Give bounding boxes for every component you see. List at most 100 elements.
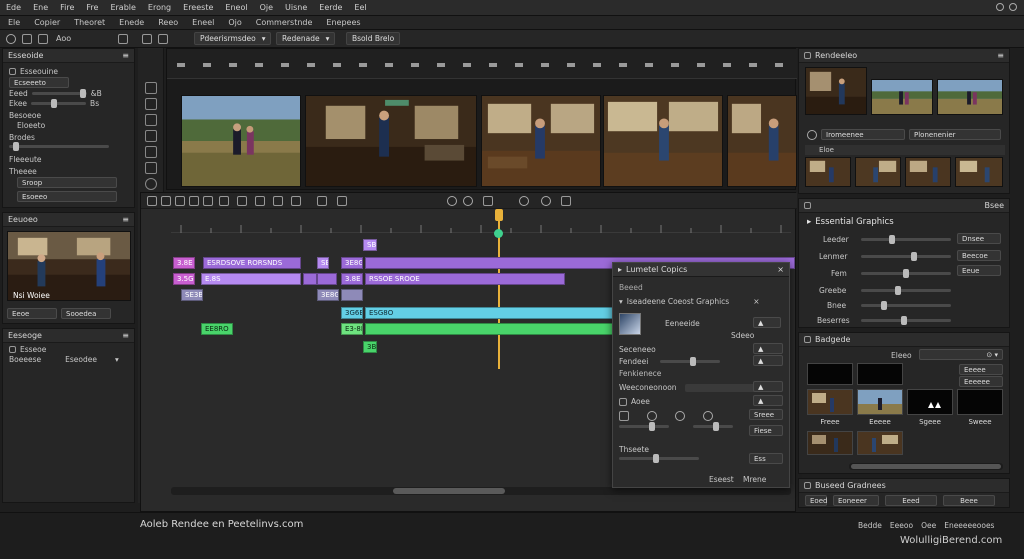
marker-icon[interactable] (175, 196, 185, 206)
value-field[interactable]: ▲ (753, 395, 783, 406)
history-item[interactable]: Eseodee (65, 355, 97, 364)
select-tool-icon[interactable] (145, 82, 157, 94)
tool-icon[interactable] (703, 411, 713, 421)
workspace-tab[interactable]: Eneel (192, 18, 214, 27)
zoom-out-icon[interactable] (463, 196, 473, 206)
graphics-dropdown-2[interactable]: Eeeeee (959, 376, 1003, 387)
razor-icon[interactable] (145, 130, 157, 142)
value-field[interactable]: ▲ (753, 343, 783, 354)
project-thumbnail[interactable] (937, 79, 1003, 115)
panel-icon[interactable] (38, 34, 48, 44)
frame-thumbnail[interactable] (305, 95, 477, 187)
playhead-handle[interactable] (495, 209, 503, 221)
timeline-clip[interactable]: SB (317, 257, 329, 269)
export-icon[interactable] (561, 196, 571, 206)
frame-thumbnail[interactable] (481, 95, 601, 187)
layout-icon[interactable] (118, 34, 128, 44)
history-item[interactable]: Esseoe (20, 345, 46, 354)
status-item[interactable]: Eeeoo (890, 521, 913, 530)
apply-button[interactable]: Eseest (709, 475, 734, 484)
param-slider[interactable] (861, 252, 951, 261)
graphics-dropdown[interactable]: ⊙ ▾ (919, 349, 1003, 360)
timeline-clip[interactable] (365, 323, 615, 335)
param-dropdown[interactable]: Beecoe (957, 250, 1001, 261)
project-thumbnail[interactable] (805, 67, 867, 115)
bin-thumbnail[interactable] (955, 157, 1003, 187)
effect-field[interactable]: Ecseeeto (9, 77, 69, 88)
browse-button[interactable]: Eoneeer (833, 495, 879, 506)
menu-item[interactable]: Ereeste (183, 3, 213, 12)
source-button[interactable]: Eeoe (7, 308, 57, 319)
graphics-button[interactable]: Eeeee (959, 364, 1003, 375)
param-slider[interactable] (861, 301, 951, 310)
timeline-clip[interactable] (317, 273, 337, 285)
record-icon[interactable] (519, 196, 529, 206)
checkbox[interactable] (619, 397, 627, 406)
graphic-template[interactable] (807, 431, 853, 455)
workspace-tab[interactable]: Reeo (158, 18, 178, 27)
value-field[interactable]: ▲ (753, 381, 783, 392)
color-swatch[interactable] (619, 313, 641, 335)
graphics-scrollbar[interactable] (849, 463, 1003, 470)
wave-icon[interactable] (337, 196, 347, 206)
graphic-template[interactable] (907, 389, 953, 415)
menu-item[interactable]: Ede (6, 3, 21, 12)
clip-icon[interactable] (158, 34, 168, 44)
scale-slider[interactable] (31, 99, 87, 108)
workspace-tab[interactable]: Ojo (228, 18, 241, 27)
audio-icon[interactable] (317, 196, 327, 206)
render-dropdown[interactable]: Redenade ▾ (276, 32, 336, 45)
frame-thumbnail[interactable] (727, 95, 797, 187)
graphic-template[interactable] (857, 363, 903, 385)
menu-item[interactable]: Eneol (225, 3, 247, 12)
range-bar[interactable] (684, 383, 759, 392)
workspace-tab[interactable]: Enepees (326, 18, 360, 27)
workspace-tab[interactable]: Commerstnde (256, 18, 313, 27)
track-select-icon[interactable] (145, 98, 157, 110)
param-slider[interactable] (861, 235, 951, 244)
crop-icon[interactable] (291, 196, 301, 206)
graphic-template[interactable] (807, 389, 853, 415)
refresh-icon[interactable] (807, 129, 817, 140)
grid-icon[interactable] (22, 34, 32, 44)
browse-button[interactable]: Eeed (885, 495, 937, 506)
slip-icon[interactable] (145, 146, 157, 158)
status-item[interactable]: Eneeeeeooes (944, 521, 994, 530)
menu-item[interactable]: Oje (260, 3, 273, 12)
graphic-template[interactable] (857, 431, 903, 455)
menu-item[interactable]: Eerde (319, 3, 342, 12)
value-field[interactable]: Sreee (749, 409, 783, 420)
tool-icon[interactable] (675, 411, 685, 421)
param-slider[interactable] (619, 454, 699, 463)
close-icon[interactable] (1009, 3, 1017, 11)
sort-dropdown[interactable]: Iromeenee (821, 129, 905, 140)
timeline-clip[interactable]: 3.5G (173, 273, 195, 285)
timeline-clip[interactable] (303, 273, 317, 285)
value-field[interactable]: Ess (749, 453, 783, 464)
loop-icon[interactable] (541, 196, 551, 206)
browse-button[interactable]: Eoed (805, 495, 827, 506)
menu-item[interactable]: Fire (60, 3, 74, 12)
tool-icon[interactable] (619, 411, 629, 421)
bin-thumbnail[interactable] (855, 157, 901, 187)
param-slider[interactable] (861, 316, 951, 325)
intensity-slider[interactable] (660, 357, 721, 366)
fit-icon[interactable] (483, 196, 493, 206)
hand-icon[interactable] (145, 178, 157, 190)
snap-icon[interactable] (147, 196, 157, 206)
pen-icon[interactable] (219, 196, 229, 206)
group-dropdown[interactable]: Esoeeo (17, 191, 117, 202)
minimize-icon[interactable] (996, 3, 1004, 11)
param-dropdown[interactable]: Dnsee (957, 233, 1001, 244)
timeline-clip[interactable]: ESG8O (365, 307, 615, 319)
timeline-clip[interactable]: 3.8E (173, 257, 195, 269)
timeline-clip[interactable]: E3-8RO (341, 323, 363, 335)
frame-thumbnail[interactable] (181, 95, 301, 187)
workspace-tab[interactable]: Copier (34, 18, 60, 27)
timeline-scrollbar[interactable] (171, 487, 791, 495)
workspace-tab[interactable]: Enede (119, 18, 144, 27)
timeline-clip[interactable]: SB (363, 239, 377, 251)
timeline-clip[interactable]: 3B (363, 341, 377, 353)
param-dropdown[interactable]: Eeue (957, 265, 1001, 276)
timeline-clip[interactable]: 3E8G (317, 289, 339, 301)
